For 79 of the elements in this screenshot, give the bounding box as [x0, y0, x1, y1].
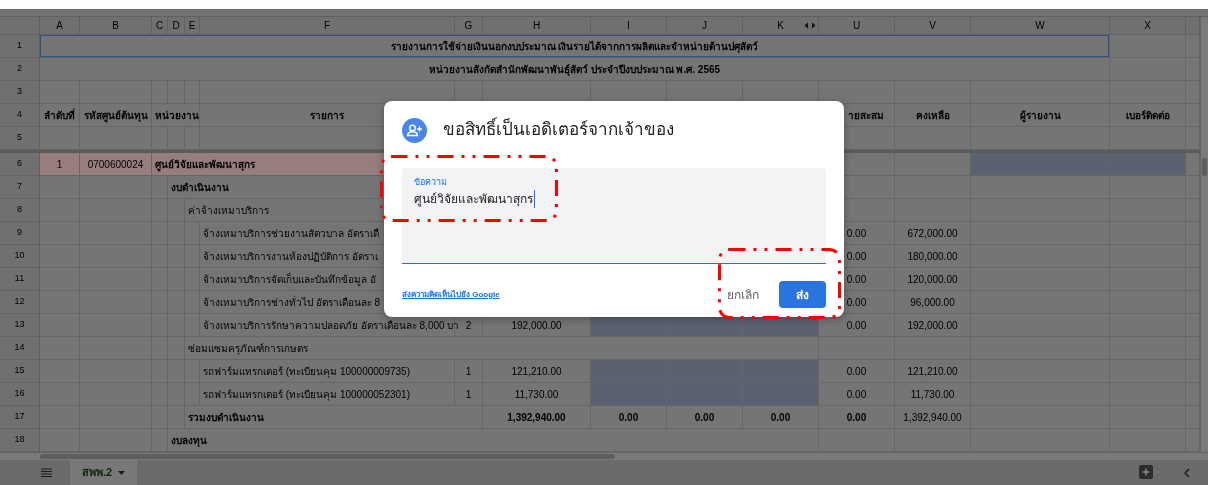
column-header[interactable]: U [819, 17, 895, 35]
table-cell: 0.00 [819, 383, 895, 406]
header-cell: ลำดับที่ [40, 104, 80, 127]
row-number[interactable]: 10 [0, 245, 40, 268]
table-cell: 0.00 [819, 360, 895, 383]
menu-icon[interactable] [41, 468, 52, 477]
header-cell: คงเหลือ [895, 104, 971, 127]
row-number[interactable]: 7 [0, 176, 40, 199]
table-cell: 96,000.00 [895, 291, 971, 314]
sparkle-icon[interactable] [1139, 465, 1153, 479]
column-header[interactable]: V [895, 17, 971, 35]
row-number[interactable]: 14 [0, 337, 40, 360]
chevron-left-icon[interactable] [1184, 468, 1190, 478]
column-header[interactable]: I [591, 17, 667, 35]
empty-cell [80, 176, 152, 199]
column-header[interactable]: J [667, 17, 743, 35]
row-number[interactable]: 11 [0, 268, 40, 291]
row-number[interactable]: 3 [0, 81, 40, 104]
row-number[interactable]: 8 [0, 199, 40, 222]
sheet-title: รายงานการใช้จ่ายเงินนอกงบประมาณ เงินรายได้จากการผลิตและจำหน่ายด้านปศุสัตว์ [40, 35, 1110, 58]
column-header[interactable]: F [200, 17, 455, 35]
sheet-title: หน่วยงานสังกัดสำนักพัฒนาพันธุ์สัตว์ ประจำปีงบประมาณ พ.ศ. 2565 [40, 58, 1110, 81]
scrollbar-thumb[interactable] [1202, 158, 1207, 176]
table-cell: 0.00 [743, 406, 819, 429]
table-cell: รถฟาร์มแทรกเตอร์ (ทะเบียนคุม 100000009735) [200, 360, 455, 383]
table-cell: 1 [40, 153, 80, 176]
table-cell: 120,000.00 [895, 268, 971, 291]
header-cell: เบอร์ติดต่อ [1110, 104, 1186, 127]
row-number[interactable]: 5 [0, 127, 40, 150]
feedback-link[interactable]: ส่งความคิดเห็นไปยัง Google [402, 288, 500, 301]
row-number[interactable]: 15 [0, 360, 40, 383]
row-number[interactable]: 9 [0, 222, 40, 245]
table-cell: รถฟาร์มแทรกเตอร์ (ทะเบียนคุม 100000052301) [200, 383, 455, 406]
column-header[interactable]: X [1110, 17, 1186, 35]
row-number[interactable]: 12 [0, 291, 40, 314]
caret-icon[interactable] [118, 470, 126, 475]
table-cell: 1,392,940.00 [895, 406, 971, 429]
column-header[interactable]: G [455, 17, 483, 35]
header-cell: หน่วยงาน [152, 104, 200, 127]
header-cell: รหัสศูนย์ต้นทุน [80, 104, 152, 127]
column-header[interactable]: B [80, 17, 152, 35]
table-cell: 672,000.00 [895, 222, 971, 245]
row-number[interactable]: 13 [0, 314, 40, 337]
table-cell: 1 [455, 383, 483, 406]
field-label: ข้อความ [414, 176, 447, 189]
send-button[interactable]: ส่ง [779, 281, 826, 308]
table-cell: 0.00 [591, 406, 667, 429]
column-header[interactable]: A [40, 17, 80, 35]
sheet-tab[interactable]: สพพ.2 [70, 460, 138, 485]
column-header[interactable]: H [483, 17, 591, 35]
empty-cell [152, 176, 168, 199]
vertical-scrollbar[interactable] [1200, 17, 1208, 452]
message-field[interactable]: ข้อความ ศูนย์วิจัยและพัฒนาสุกร [402, 168, 826, 264]
column-header[interactable]: E [185, 17, 200, 35]
table-cell: 180,000.00 [895, 245, 971, 268]
row-number[interactable]: 4 [0, 104, 40, 127]
header-cell: ผู้รายงาน [971, 104, 1110, 127]
table-cell: 121,210.00 [895, 360, 971, 383]
column-header[interactable]: C [152, 17, 168, 35]
row-number[interactable]: 6 [0, 153, 40, 176]
row-number[interactable]: 1 [0, 35, 40, 58]
row-number[interactable]: 2 [0, 58, 40, 81]
table-cell: 0.00 [667, 406, 743, 429]
column-header[interactable]: W [971, 17, 1110, 35]
table-cell: 0.00 [819, 406, 895, 429]
row-number[interactable]: 18 [0, 429, 40, 452]
add-person-icon [402, 118, 427, 143]
scrollbar-thumb[interactable] [40, 454, 615, 459]
hidden-columns-arrows-icon[interactable] [804, 22, 816, 29]
column-header[interactable]: D [168, 17, 185, 35]
table-cell: 1 [455, 360, 483, 383]
table-cell: 0700600024 [80, 153, 152, 176]
row-number[interactable]: 16 [0, 383, 40, 406]
table-cell: 192,000.00 [895, 314, 971, 337]
column-header[interactable]: K [743, 17, 819, 35]
table-cell: 11,730.00 [895, 383, 971, 406]
table-cell: 1,392,940.00 [483, 406, 591, 429]
table-cell: รวมงบดำเนินงาน [185, 406, 483, 429]
row-number[interactable]: 17 [0, 406, 40, 429]
